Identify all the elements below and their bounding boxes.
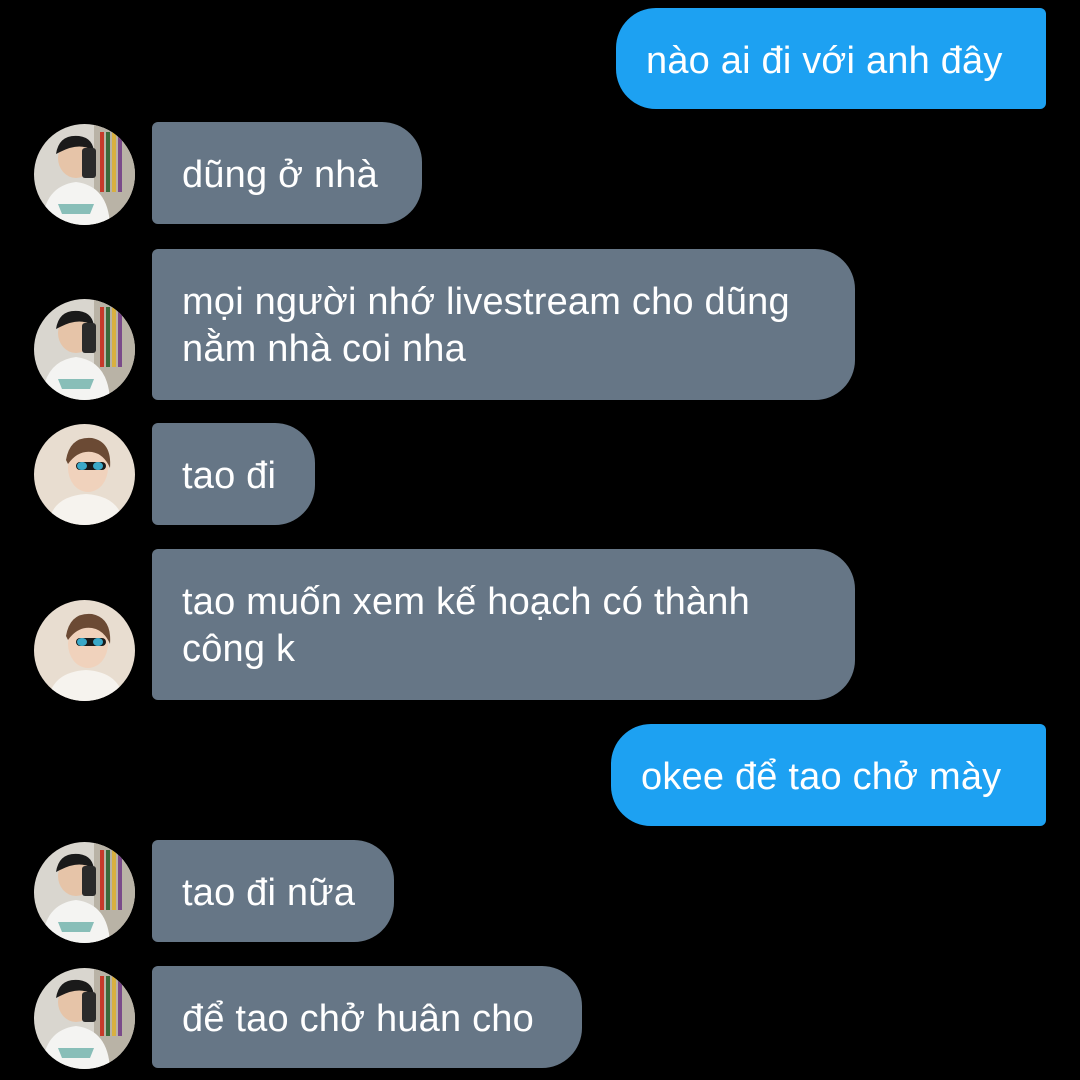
incoming-message-bubble[interactable]: tao đi nữa	[152, 840, 394, 942]
avatar-user-a[interactable]	[34, 299, 135, 400]
avatar-mirror-selfie-icon	[34, 299, 135, 400]
avatar-mirror-selfie-icon	[34, 842, 135, 943]
avatar-user-a[interactable]	[34, 842, 135, 943]
message-text-line: tao muốn xem kế hoạch có thành	[182, 581, 750, 623]
message-text: dũng ở nhà	[182, 154, 378, 196]
message-text-line: công k	[182, 628, 296, 670]
message-text-line: nằm nhà coi nha	[182, 328, 466, 370]
avatar-user-a[interactable]	[34, 968, 135, 1069]
message-text: để tao chở huân cho	[182, 998, 534, 1040]
avatar-mirror-selfie-icon	[34, 968, 135, 1069]
message-text: okee để tao chở mày	[641, 756, 1002, 798]
avatar-mirror-selfie-icon	[34, 124, 135, 225]
avatar-user-b[interactable]	[34, 600, 135, 701]
avatar-sunglasses-profile-icon	[34, 424, 135, 525]
avatar-user-b[interactable]	[34, 424, 135, 525]
incoming-message-bubble[interactable]: để tao chở huân cho	[152, 966, 582, 1068]
incoming-message-bubble[interactable]: dũng ở nhà	[152, 122, 422, 224]
outgoing-message-bubble[interactable]: nào ai đi với anh đây	[616, 8, 1046, 109]
message-text: nào ai đi với anh đây	[646, 40, 1003, 82]
avatar-user-a[interactable]	[34, 124, 135, 225]
message-text: tao đi	[182, 455, 277, 497]
outgoing-message-bubble[interactable]: okee để tao chở mày	[611, 724, 1046, 826]
incoming-message-bubble[interactable]: tao đi	[152, 423, 315, 525]
message-text: tao đi nữa	[182, 872, 356, 914]
avatar-sunglasses-profile-icon	[34, 600, 135, 701]
message-text-line: mọi người nhớ livestream cho dũng	[182, 281, 790, 323]
incoming-message-bubble[interactable]: tao muốn xem kế hoạch có thành công k	[152, 549, 855, 700]
incoming-message-bubble[interactable]: mọi người nhớ livestream cho dũng nằm nh…	[152, 249, 855, 400]
